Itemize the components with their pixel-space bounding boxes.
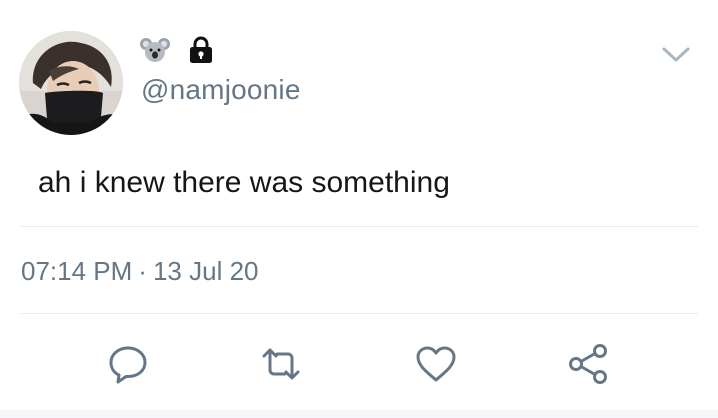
chevron-down-icon[interactable]: [660, 44, 692, 66]
tweet-actions: [0, 342, 718, 386]
lock-icon: [186, 35, 216, 65]
share-button[interactable]: [566, 342, 610, 386]
heart-icon: [416, 346, 456, 382]
author-handle[interactable]: @namjoonie: [141, 74, 301, 106]
divider: [20, 313, 698, 314]
timestamp-separator: ·: [138, 256, 147, 286]
tweet-timestamp[interactable]: 07:14 PM · 13 Jul 20: [21, 256, 259, 287]
tweet-text: ah i knew there was something: [38, 166, 450, 199]
like-button[interactable]: [414, 342, 458, 386]
avatar[interactable]: [19, 31, 123, 135]
divider: [20, 226, 698, 227]
reply-button[interactable]: [106, 342, 150, 386]
retweet-button[interactable]: [259, 342, 303, 386]
koala-icon: [140, 35, 170, 65]
tweet-card: @namjoonie ah i knew there was something…: [0, 0, 718, 418]
reply-icon: [109, 346, 147, 384]
tweet-date: 13 Jul 20: [152, 256, 259, 286]
avatar-image: [19, 31, 123, 135]
tweet-time: 07:14 PM: [21, 256, 133, 286]
name-badges: [140, 35, 216, 65]
retweet-icon: [262, 348, 300, 380]
bottom-border: [0, 410, 718, 418]
share-icon: [569, 344, 607, 384]
